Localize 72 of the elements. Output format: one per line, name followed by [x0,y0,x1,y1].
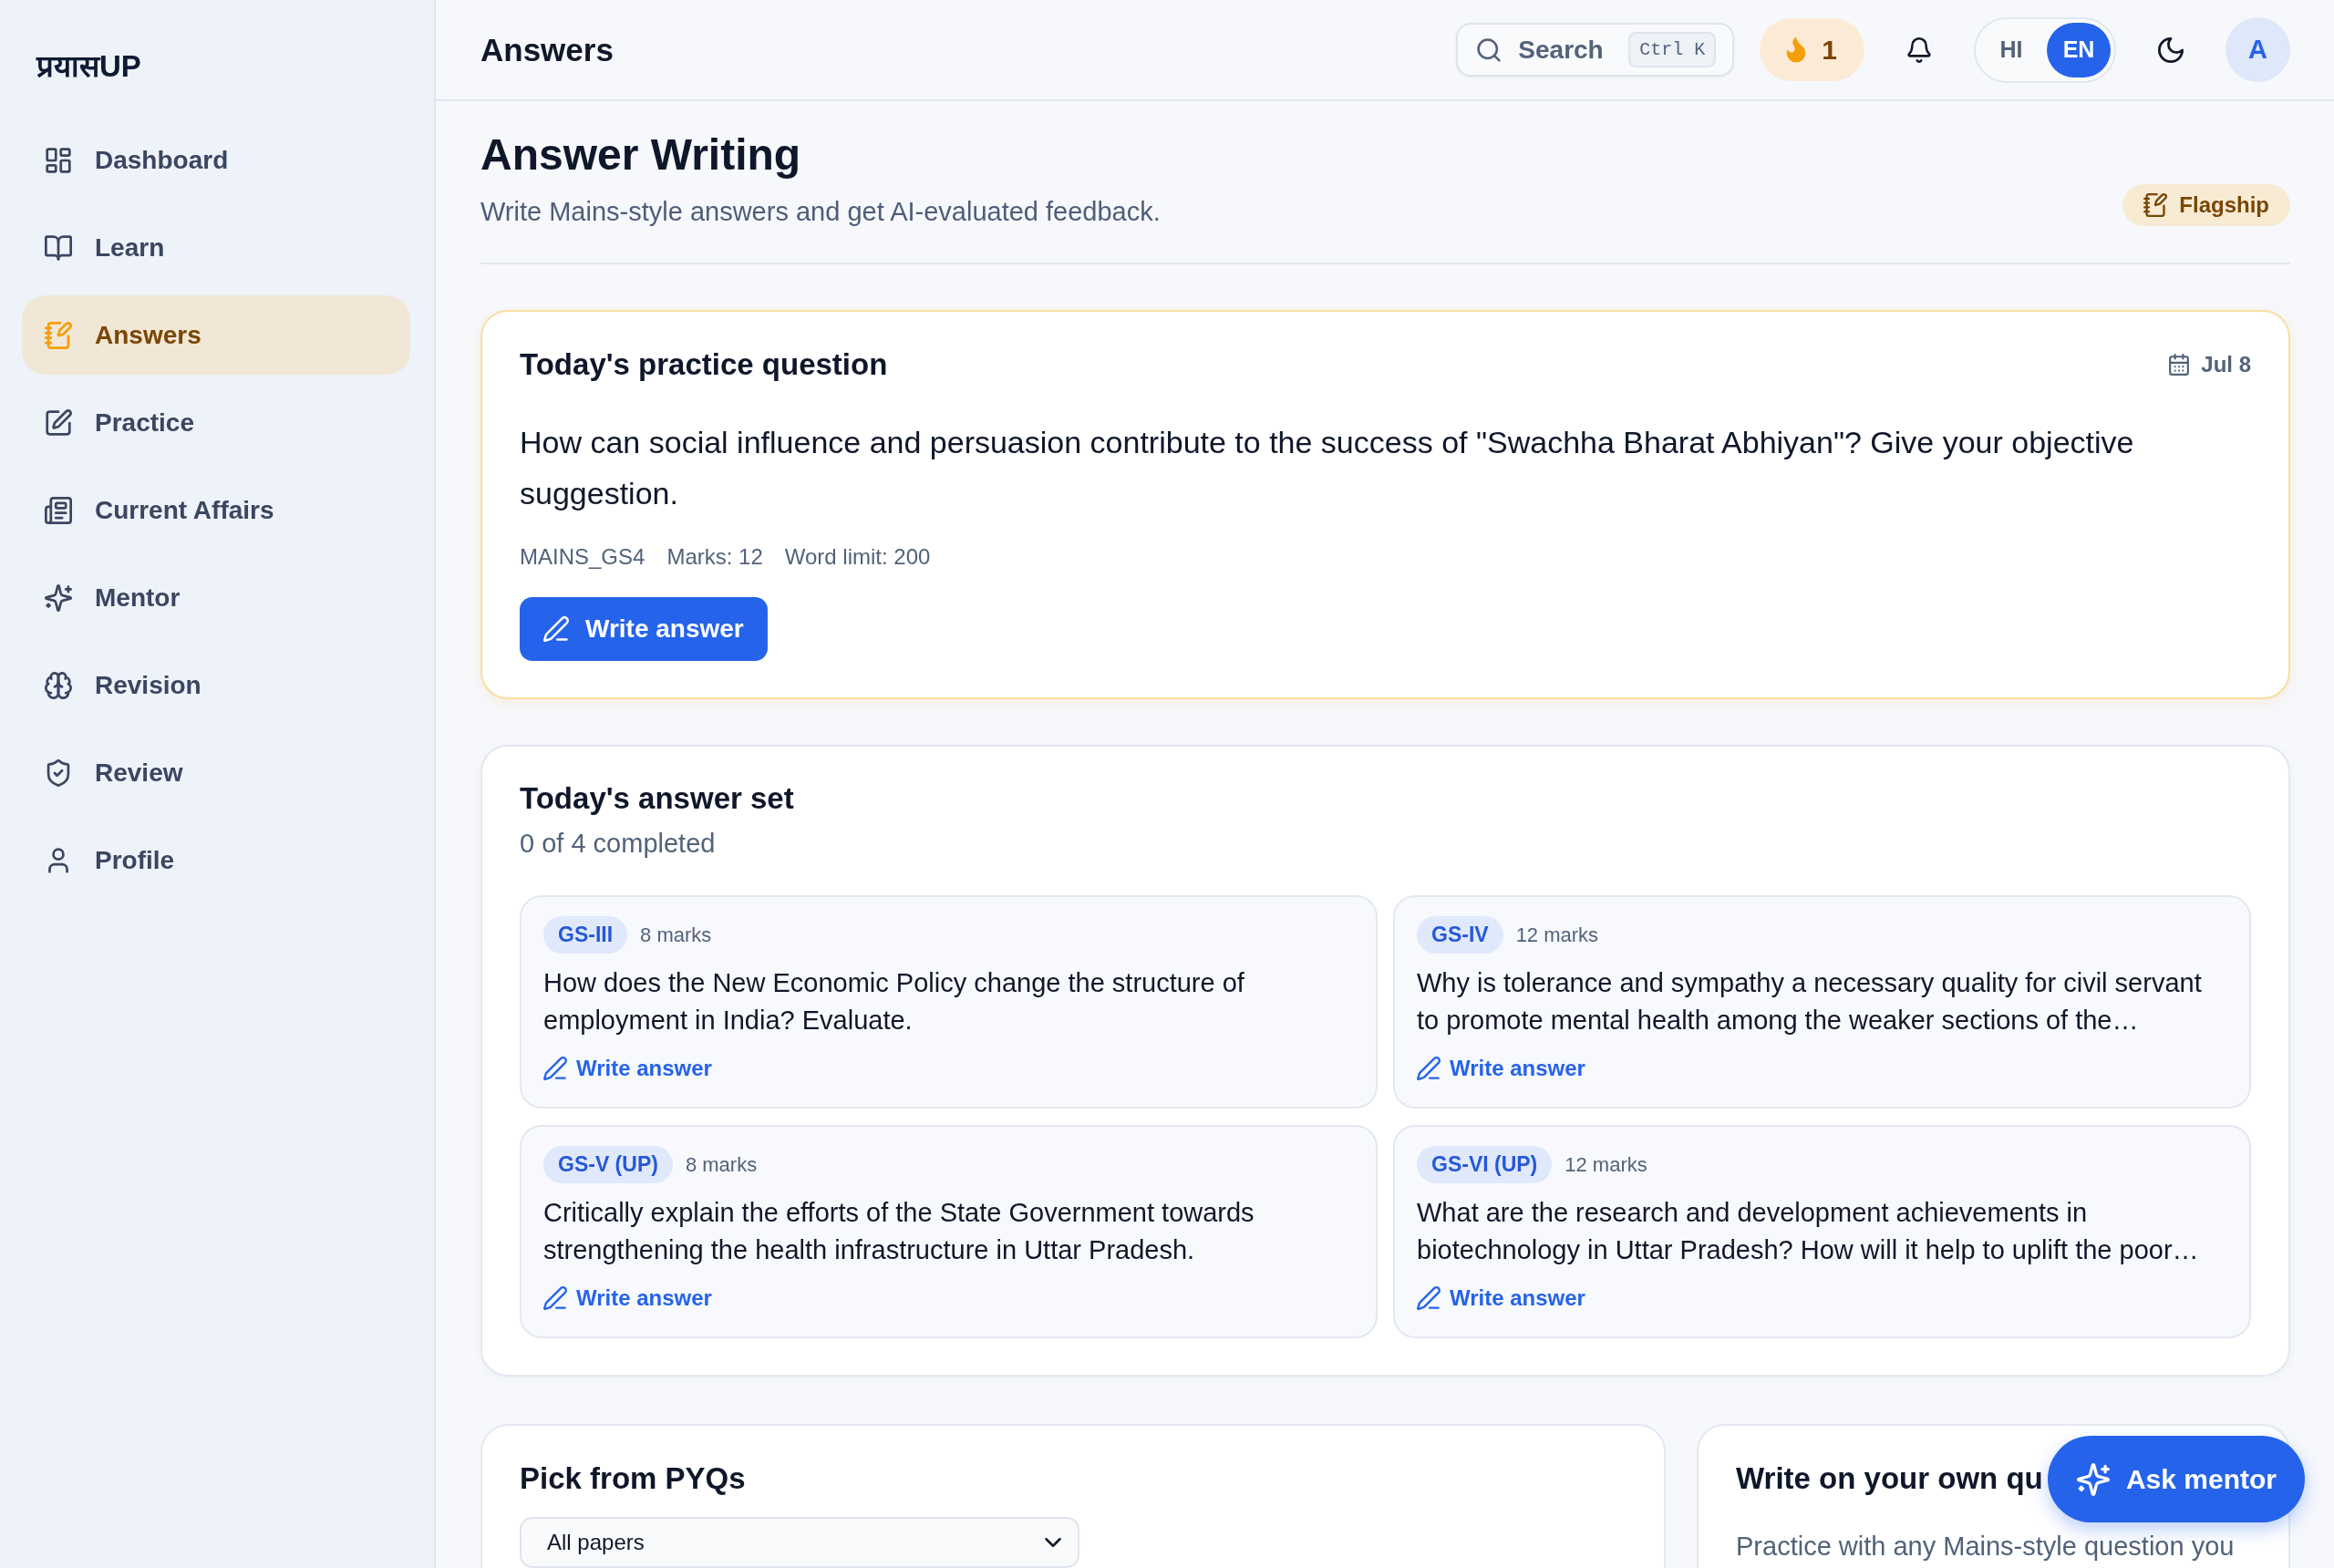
write-answer-link[interactable]: Write answer [1417,1052,1585,1085]
nav-item[interactable]: Practice [22,383,410,462]
nav-item[interactable]: Revision [22,645,410,725]
nav-item[interactable]: Answers [22,295,410,375]
bell-icon [1906,36,1932,63]
card-title: Write on your own qu [1736,1460,2043,1497]
page-heading: Answer Writing [480,129,802,181]
card-title: Pick from PYQs [520,1460,746,1497]
date-label: Jul 8 [2168,352,2251,377]
moon-icon [2158,36,2184,63]
pen-icon [543,616,569,642]
search-bar[interactable]: Search Ctrl K [1456,23,1735,77]
nav-item[interactable]: Dashboard [22,120,410,200]
write-answer-button[interactable]: Write answer [520,597,768,661]
question-text: Critically explain the efforts of the State Government towards strengthening the health infrastructure in Uttar Pradesh. [543,1197,1255,1266]
newspaper-icon [45,496,72,524]
write-answer-link[interactable]: Write answer [543,1282,712,1315]
edit-icon [45,408,72,437]
paper-tag: GS-V (UP) [543,1146,673,1183]
nav-item[interactable]: Current Affairs [22,470,410,550]
shortcut-key: Ctrl K [1628,32,1717,67]
pen-icon [1417,1286,1441,1310]
book-icon [45,233,72,262]
paper-tag: GS-VI (UP) [1417,1146,1553,1183]
question-text: Why is tolerance and sympathy a necessary quality for civil servant to promote mental health among the weaker sections of the… [1417,967,2203,1037]
question-meta: MAINS_GS4 [520,543,645,571]
flagship-badge: Flagship [2122,184,2290,226]
streak-badge[interactable]: 1 [1760,18,1864,81]
pen-icon [1417,1057,1441,1080]
marks-text: 8 marks [640,923,712,947]
question-text: How can social influence and persuasion contribute to the success of "Swachha Bharat Abhiyan"? Give your objective suggestion. [520,424,2135,512]
brain-icon [45,671,72,699]
ask-mentor-button[interactable]: Ask mentor [2047,1436,2305,1522]
paper-tag: GS-III [543,916,628,954]
nav-item[interactable]: Profile [22,820,410,900]
search-input[interactable]: Search [1518,35,1613,65]
write-answer-link[interactable]: Write answer [543,1052,712,1085]
grid-icon [45,146,72,174]
language-option[interactable]: HI [1979,22,2043,77]
marks-text: 8 marks [685,1152,758,1177]
notebook-pen-icon [2143,193,2168,217]
sparkles-icon [2076,1462,2110,1496]
page-subtitle: Write Mains-style answers and get AI-evaluated feedback. [480,196,1161,228]
card-title: Today's practice question [520,346,888,383]
language-option[interactable]: EN [2047,22,2111,77]
paper-tag: GS-IV [1417,916,1503,954]
marks-text: 12 marks [1515,923,1599,947]
marks-text: 12 marks [1565,1152,1647,1177]
progress-text: 0 of 4 completed [520,828,717,860]
notebook-pen-icon [45,321,72,349]
question-text: How does the New Economic Policy change the structure of employment in India? Evaluate. [543,967,1245,1037]
question-text: What are the research and development achievements in biotechnology in Uttar Pradesh? How will it help to uplift the poor… [1417,1197,2200,1266]
question-meta: Marks: 12 [666,543,763,571]
card-description: Practice with any Mains-style question you [1736,1531,2236,1563]
nav-item[interactable]: Mentor [22,558,410,637]
shield-check-icon [45,758,72,787]
page-title: Answers [480,31,614,68]
write-answer-link[interactable]: Write answer [1417,1282,1585,1315]
pen-icon [543,1057,567,1080]
flame-icon [1785,36,1808,64]
nav-item[interactable]: Learn [22,208,410,287]
paper-select[interactable]: All papers [520,1517,1079,1568]
sparkles-icon [45,583,72,612]
pen-icon [543,1286,567,1310]
question-meta: Word limit: 200 [784,543,931,571]
search-icon [1476,36,1503,63]
app-logo[interactable]: प्रयासUP [36,46,141,88]
calendar-icon [2168,354,2191,376]
nav-item[interactable]: Review [22,733,410,812]
card-title: Today's answer set [520,780,794,817]
chevron-down-icon [1045,1538,1061,1547]
avatar-button[interactable]: A [2226,17,2290,82]
